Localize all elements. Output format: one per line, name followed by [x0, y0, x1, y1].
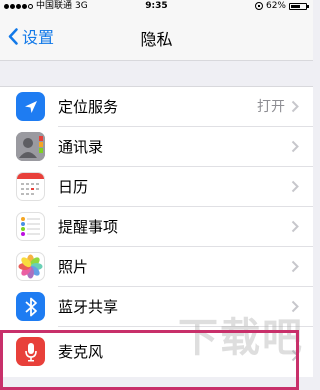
- battery-icon: [289, 2, 309, 10]
- location-arrow-icon: [16, 92, 45, 121]
- rotation-lock-icon: [254, 2, 263, 10]
- list-item-reminders[interactable]: 提醒事项: [0, 207, 313, 247]
- list-item-photos[interactable]: 照片: [0, 247, 313, 287]
- chevron-right-icon: [291, 260, 299, 273]
- page-title: 隐私: [140, 30, 173, 49]
- list-item-bluetooth-sharing[interactable]: 蓝牙共享: [0, 287, 313, 327]
- status-bar: 中国联通 3G 9:35 62%: [0, 0, 313, 12]
- battery-percent: 62%: [265, 1, 286, 11]
- chevron-right-icon: [291, 140, 299, 153]
- list-item-contacts[interactable]: 通讯录: [0, 127, 313, 167]
- status-right: 62%: [254, 0, 309, 12]
- list-item-location-services[interactable]: 定位服务 打开: [0, 87, 313, 127]
- bluetooth-icon: [16, 292, 45, 321]
- row-label: 通讯录: [58, 138, 104, 156]
- row-label: 蓝牙共享: [58, 298, 119, 316]
- row-label: 麦克风: [58, 343, 104, 361]
- contacts-icon: [16, 132, 45, 161]
- chevron-right-icon: [291, 300, 299, 313]
- row-label: 定位服务: [58, 98, 119, 116]
- calendar-icon: [16, 172, 45, 201]
- list-item-microphone[interactable]: 麦克风: [0, 327, 313, 377]
- list-item-calendar[interactable]: 日历: [0, 167, 313, 207]
- row-label: 照片: [58, 258, 89, 276]
- photos-icon: [16, 252, 45, 281]
- row-label: 提醒事项: [58, 218, 119, 236]
- chevron-right-icon: [291, 100, 299, 113]
- privacy-list: 定位服务 打开 通讯录 日历 提醒事项 照片 蓝牙共享 麦克风: [0, 86, 313, 377]
- reminders-icon: [16, 212, 45, 241]
- row-label: 日历: [58, 178, 89, 196]
- chevron-right-icon: [291, 220, 299, 233]
- microphone-icon: [16, 337, 45, 366]
- chevron-right-icon: [291, 349, 299, 362]
- navigation-bar: 设置 隐私: [0, 12, 313, 61]
- chevron-right-icon: [291, 180, 299, 193]
- row-value: 打开: [257, 99, 285, 115]
